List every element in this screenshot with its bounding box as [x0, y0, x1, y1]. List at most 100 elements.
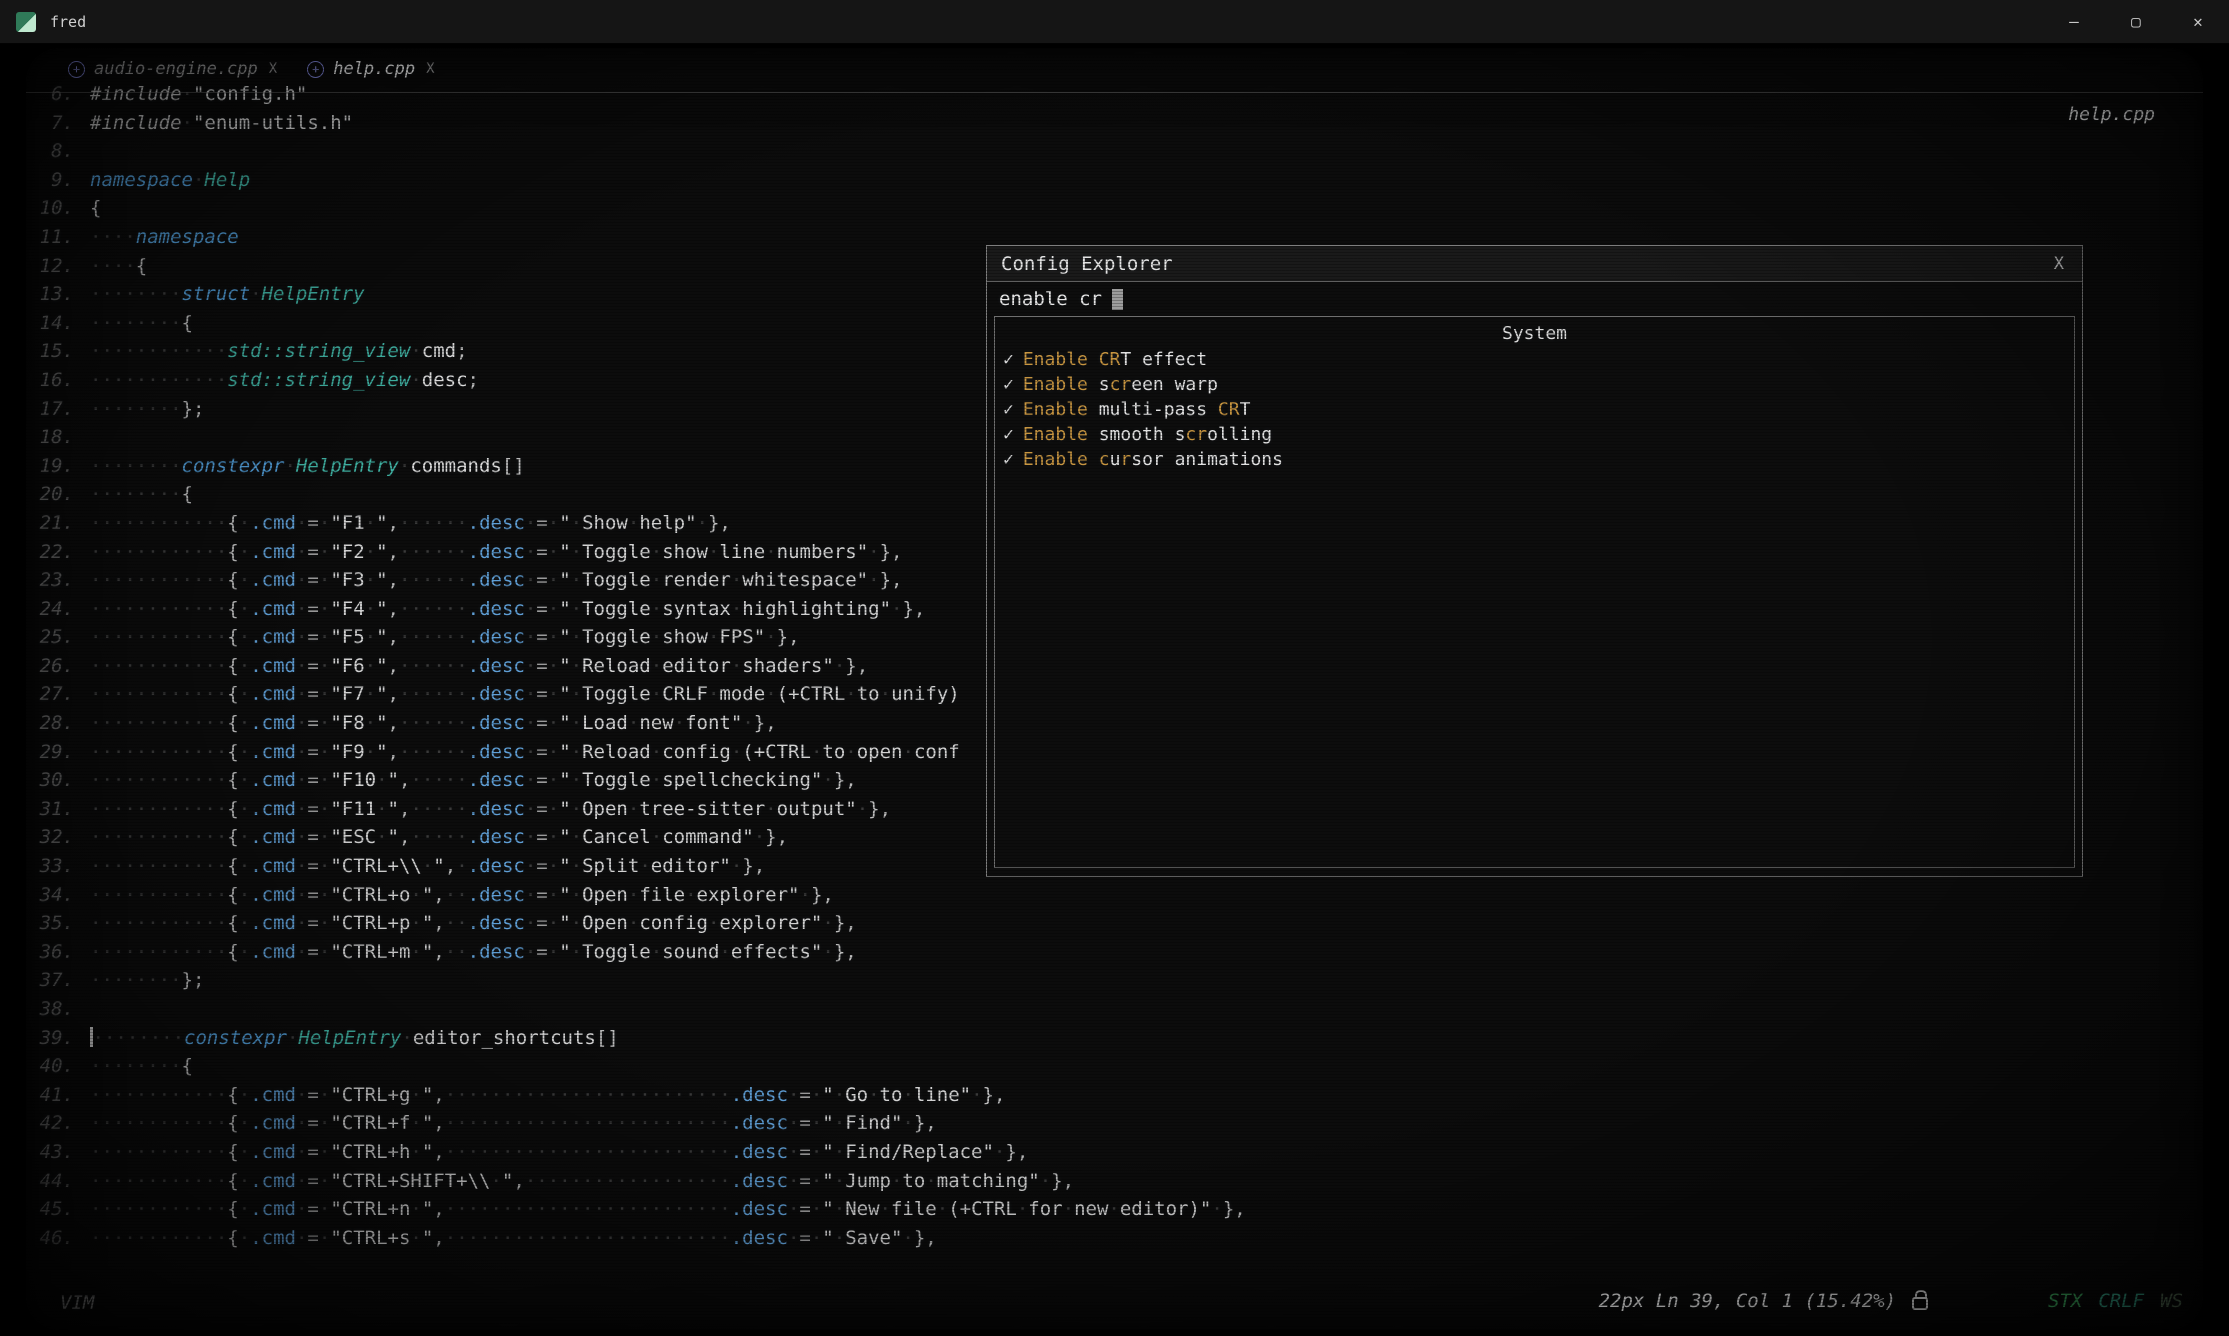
line-number: 22.: [30, 538, 90, 567]
code-line[interactable]: 6.#include·"config.h": [30, 80, 2203, 109]
config-option[interactable]: ✓Enable screen warp: [995, 372, 2074, 397]
tab-label: audio-engine.cpp: [94, 59, 258, 79]
line-number: 21.: [30, 509, 90, 538]
line-number: 41.: [30, 1081, 90, 1110]
config-search-input[interactable]: enable cr: [987, 282, 2082, 316]
code-text: ············{·.cmd·=·"F2·",······.desc·=…: [90, 538, 903, 567]
line-number: 37.: [30, 966, 90, 995]
config-explorer-titlebar: Config Explorer X: [987, 246, 2082, 282]
cpp-file-icon: +: [307, 61, 324, 78]
code-line[interactable]: 39.········constexpr·HelpEntry·editor_sh…: [30, 1024, 2203, 1053]
code-text: ············{·.cmd·=·"F10·",·····.desc·=…: [90, 766, 857, 795]
config-option[interactable]: ✓Enable CRT effect: [995, 347, 2074, 372]
line-number: 7.: [30, 109, 90, 138]
code-line[interactable]: 46.············{·.cmd·=·"CTRL+s·",······…: [30, 1224, 2203, 1253]
code-text: ············{·.cmd·=·"CTRL+n·",·········…: [90, 1195, 1246, 1224]
line-number: 32.: [30, 823, 90, 852]
tab-label: help.cpp: [333, 59, 415, 79]
code-text: ········{: [90, 1052, 193, 1081]
line-number: 31.: [30, 795, 90, 824]
config-explorer-panel: Config Explorer X enable cr System ✓Enab…: [986, 245, 2083, 877]
code-text: ············{·.cmd·=·"F9·",······.desc·=…: [90, 738, 960, 767]
line-number: 44.: [30, 1167, 90, 1196]
code-text: ············{·.cmd·=·"CTRL+g·",·········…: [90, 1081, 1005, 1110]
tab-close-icon[interactable]: X: [269, 61, 277, 77]
config-results-list: System ✓Enable CRT effect✓Enable screen …: [994, 316, 2075, 868]
status-flags: STX CRLF WS: [2048, 1290, 2183, 1312]
tab-close-icon[interactable]: X: [426, 61, 434, 77]
code-text: ············{·.cmd·=·"CTRL+p·",··.desc·=…: [90, 909, 857, 938]
line-number: 38.: [30, 995, 90, 1024]
code-line[interactable]: 45.············{·.cmd·=·"CTRL+n·",······…: [30, 1195, 2203, 1224]
code-line[interactable]: 40.········{: [30, 1052, 2203, 1081]
code-text: {: [90, 194, 101, 223]
close-button[interactable]: ✕: [2167, 0, 2229, 43]
code-text: ············{·.cmd·=·"CTRL+m·",··.desc·=…: [90, 938, 857, 967]
line-number: 19.: [30, 452, 90, 481]
config-option[interactable]: ✓Enable multi-pass CRT: [995, 397, 2074, 422]
status-flag-stx: STX: [2048, 1290, 2082, 1312]
line-number: 35.: [30, 909, 90, 938]
line-number: 20.: [30, 480, 90, 509]
code-text: ············{·.cmd·=·"F11·",·····.desc·=…: [90, 795, 891, 824]
code-text: #include·"enum-utils.h": [90, 109, 353, 138]
code-line[interactable]: 8.: [30, 137, 2203, 166]
code-line[interactable]: 35.············{·.cmd·=·"CTRL+p·",··.des…: [30, 909, 2203, 938]
status-flag-ws: WS: [2160, 1290, 2183, 1312]
tab-bar: + audio-engine.cpp X + help.cpp X: [68, 54, 435, 84]
code-text: namespace·Help: [90, 166, 250, 195]
line-number: 15.: [30, 337, 90, 366]
code-line[interactable]: 42.············{·.cmd·=·"CTRL+f·",······…: [30, 1109, 2203, 1138]
code-text: ····{: [90, 252, 147, 281]
code-line[interactable]: 36.············{·.cmd·=·"CTRL+m·",··.des…: [30, 938, 2203, 967]
code-text: ············{·.cmd·=·"F3·",······.desc·=…: [90, 566, 902, 595]
line-number: 13.: [30, 280, 90, 309]
line-number: 12.: [30, 252, 90, 281]
code-line[interactable]: 10.{: [30, 194, 2203, 223]
line-number: 23.: [30, 566, 90, 595]
code-text: ········};: [90, 395, 204, 424]
maximize-button[interactable]: ▢: [2105, 0, 2167, 43]
code-text: ············std::string_view·desc;: [90, 366, 479, 395]
line-number: 18.: [30, 423, 90, 452]
tab-help-cpp[interactable]: + help.cpp X: [307, 59, 434, 79]
line-number: 28.: [30, 709, 90, 738]
code-line[interactable]: 37.········};: [30, 966, 2203, 995]
minimize-button[interactable]: —: [2043, 0, 2105, 43]
code-text: ············{·.cmd·=·"F7·",······.desc·=…: [90, 680, 960, 709]
code-line[interactable]: 9.namespace·Help: [30, 166, 2203, 195]
code-text: ········{: [90, 480, 193, 509]
status-flag-crlf: CRLF: [2098, 1290, 2144, 1312]
status-bar: VIM 22px Ln 39, Col 1 (15.42%) STXCRLFWS: [54, 1288, 2189, 1322]
config-option[interactable]: ✓Enable cursor animations: [995, 447, 2074, 472]
code-line[interactable]: 41.············{·.cmd·=·"CTRL+g·",······…: [30, 1081, 2203, 1110]
code-text: ············{·.cmd·=·"CTRL+o·",··.desc·=…: [90, 881, 834, 910]
line-number: 27.: [30, 680, 90, 709]
code-text: ············{·.cmd·=·"CTRL+s·",·········…: [90, 1224, 937, 1253]
config-option[interactable]: ✓Enable smooth scrolling: [995, 422, 2074, 447]
line-number: 40.: [30, 1052, 90, 1081]
app-icon: [16, 12, 36, 32]
config-close-button[interactable]: X: [2054, 254, 2068, 274]
code-text: ············std::string_view·cmd;: [90, 337, 468, 366]
line-number: 43.: [30, 1138, 90, 1167]
line-number: 42.: [30, 1109, 90, 1138]
code-text: ········};: [90, 966, 204, 995]
code-text: ····namespace: [90, 223, 239, 252]
tab-audio-engine-cpp[interactable]: + audio-engine.cpp X: [68, 59, 277, 79]
code-line[interactable]: 34.············{·.cmd·=·"CTRL+o·",··.des…: [30, 881, 2203, 910]
line-number: 36.: [30, 938, 90, 967]
line-number: 6.: [30, 80, 90, 109]
code-line[interactable]: 38.: [30, 995, 2203, 1024]
checkbox-checked-icon: ✓: [1003, 349, 1014, 370]
code-line[interactable]: 7.#include·"enum-utils.h": [30, 109, 2203, 138]
checkbox-checked-icon: ✓: [1003, 449, 1014, 470]
code-text: ············{·.cmd·=·"ESC·",·····.desc·=…: [90, 823, 788, 852]
line-number: 46.: [30, 1224, 90, 1253]
code-line[interactable]: 43.············{·.cmd·=·"CTRL+h·",······…: [30, 1138, 2203, 1167]
code-text: ············{·.cmd·=·"F8·",······.desc·=…: [90, 709, 777, 738]
active-file-badge: help.cpp: [2068, 104, 2155, 125]
line-number: 14.: [30, 309, 90, 338]
checkbox-checked-icon: ✓: [1003, 374, 1014, 395]
code-line[interactable]: 44.············{·.cmd·=·"CTRL+SHIFT+\\·"…: [30, 1167, 2203, 1196]
